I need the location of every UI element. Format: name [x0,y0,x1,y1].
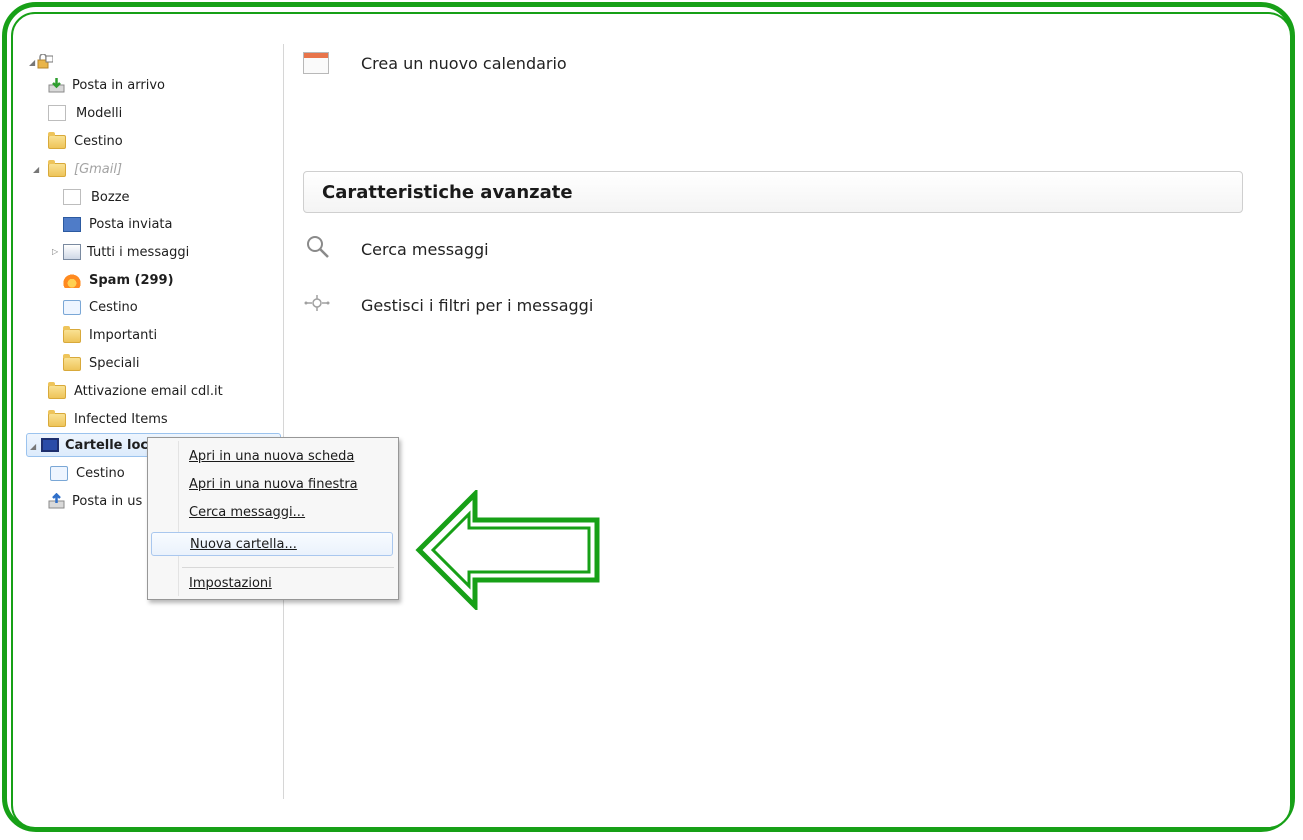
expander-icon[interactable]: ◢ [33,165,39,174]
outbox-icon [48,492,66,509]
tree-item-gmail[interactable]: ◢ [Gmail] [33,157,122,181]
expander-icon[interactable]: ◢ [30,442,36,451]
screenshot-frame: ◢ Posta in arrivo Modelli Cestino ◢ [Gma… [11,12,1292,829]
tree-item-cestino-gmail[interactable]: Cestino [63,295,138,319]
menu-item-settings[interactable]: Impostazioni [151,571,393,595]
local-folders-monitor-icon [41,438,59,452]
left-arrow-annotation-icon [415,490,600,610]
drafts-page-icon [63,189,81,205]
tree-item-infected-items[interactable]: Infected Items [48,407,168,431]
tree-item-posta-inviata[interactable]: Posta inviata [63,212,172,236]
tree-item-posta-in-uscita[interactable]: Posta in us [48,489,142,513]
folder-icon [48,132,66,149]
search-messages-link[interactable]: Cerca messaggi [305,234,489,264]
tree-item-cestino-locale[interactable]: Cestino [50,461,125,485]
trash-icon [50,465,68,481]
search-icon [305,234,331,264]
trash-icon [63,299,81,315]
folder-icon [48,410,66,427]
tree-item-cestino[interactable]: Cestino [48,129,123,153]
all-mail-icon [63,244,81,260]
tree-item-modelli[interactable]: Modelli [48,101,122,125]
collapsed-expander-icon[interactable]: ▷ [52,247,58,256]
create-calendar-link[interactable]: Crea un nuovo calendario [303,52,567,74]
spam-flame-icon [63,272,81,288]
template-page-icon [48,105,66,121]
menu-item-open-new-tab[interactable]: Apri in una nuova scheda [151,444,393,468]
account-icon [35,53,54,70]
inbox-icon [48,77,66,93]
folder-icon [63,326,81,343]
manage-filters-link[interactable]: Gestisci i filtri per i messaggi [303,292,593,318]
advanced-features-header: Caratteristiche avanzate [303,171,1243,213]
menu-separator [182,567,394,568]
tree-item-bozze[interactable]: Bozze [63,185,130,209]
context-menu: Apri in una nuova scheda Apri in una nuo… [147,437,399,600]
tree-item-posta-in-arrivo[interactable]: Posta in arrivo [48,73,165,97]
tree-item-importanti[interactable]: Importanti [63,323,157,347]
folder-icon [63,354,81,371]
filter-icon [303,292,331,318]
tree-item-tutti-i-messaggi[interactable]: ▷ Tutti i messaggi [52,240,189,264]
menu-item-open-new-window[interactable]: Apri in una nuova finestra [151,472,393,496]
tree-item-spam[interactable]: Spam (299) [63,268,174,292]
menu-item-search-messages[interactable]: Cerca messaggi... [151,500,393,524]
menu-item-new-folder[interactable]: Nuova cartella... [151,532,393,556]
folder-icon [48,382,66,399]
pane-divider [283,44,284,799]
tree-item-attivazione-email[interactable]: Attivazione email cdl.it [48,379,223,403]
folder-icon [48,160,66,177]
folder-pane: ◢ Posta in arrivo Modelli Cestino ◢ [Gma… [13,14,283,827]
tree-account-root[interactable]: ◢ [29,50,59,74]
sent-icon [63,216,81,232]
tree-item-speciali[interactable]: Speciali [63,351,139,375]
calendar-icon [303,52,329,74]
